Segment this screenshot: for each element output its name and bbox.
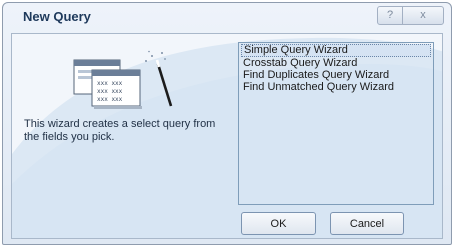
list-item-find-unmatched-query-wizard[interactable]: Find Unmatched Query Wizard bbox=[241, 81, 431, 93]
dialog-title: New Query bbox=[23, 9, 91, 24]
list-item-find-duplicates-query-wizard[interactable]: Find Duplicates Query Wizard bbox=[241, 69, 431, 81]
wizard-listbox[interactable]: Simple Query Wizard Crosstab Query Wizar… bbox=[238, 42, 434, 205]
close-button[interactable]: x bbox=[402, 6, 444, 25]
help-icon: ? bbox=[386, 9, 394, 21]
svg-text:xxx xxx: xxx xxx bbox=[97, 80, 123, 87]
list-item-crosstab-query-wizard[interactable]: Crosstab Query Wizard bbox=[241, 57, 431, 69]
wizard-description: This wizard creates a select query from … bbox=[24, 118, 216, 143]
new-query-dialog: New Query ? x xxx xxx xxx xxx xxx xxx Th… bbox=[2, 2, 452, 245]
ok-button[interactable]: OK bbox=[241, 212, 316, 235]
svg-text:xxx xxx: xxx xxx bbox=[97, 88, 123, 95]
svg-text:xxx xxx: xxx xxx bbox=[97, 96, 123, 103]
wizard-illustration-icon: xxx xxx xxx xxx xxx xxx bbox=[73, 50, 173, 109]
list-item-simple-query-wizard[interactable]: Simple Query Wizard bbox=[241, 44, 431, 57]
close-icon: x bbox=[420, 9, 426, 21]
title-bar[interactable]: New Query ? x bbox=[3, 3, 451, 33]
help-button[interactable]: ? bbox=[377, 6, 403, 25]
cancel-button[interactable]: Cancel bbox=[330, 212, 404, 235]
dialog-client-area: xxx xxx xxx xxx xxx xxx This wizard crea… bbox=[11, 33, 443, 239]
